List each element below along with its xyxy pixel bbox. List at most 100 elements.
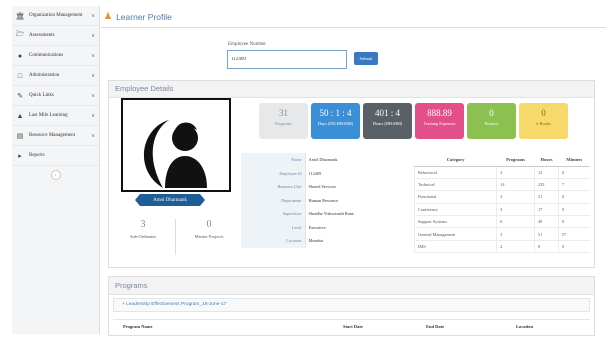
mentor-projects-count[interactable]: 0 Mentor Projects bbox=[181, 219, 237, 239]
employee-info-table: Name Amol Dharmank Employee Id 112409 Busine… bbox=[241, 153, 406, 248]
info-value: Shared Services bbox=[304, 180, 406, 194]
sidebar-item[interactable]: 🏛 Organization Management ∨ bbox=[12, 6, 99, 26]
stat-value: 0 bbox=[541, 108, 546, 118]
chevron-down-icon: ∨ bbox=[91, 33, 95, 39]
user-silhouette-icon bbox=[143, 120, 207, 188]
stat-label: Projects bbox=[484, 121, 499, 126]
mentor-projects-label: Mentor Projects bbox=[194, 234, 224, 239]
employee-details-title: Employee Details bbox=[109, 81, 594, 98]
column-program-name: Program Name bbox=[123, 324, 153, 329]
table-cell: IMS bbox=[413, 240, 497, 254]
chevron-down-icon: ∨ bbox=[91, 113, 95, 119]
employee-number-label: Employee Number bbox=[228, 42, 266, 47]
sidebar-item-label: Organization Management bbox=[29, 13, 83, 18]
category-column-header: Minutes bbox=[558, 153, 590, 167]
sidebar-item[interactable]: □ Administration ∨ bbox=[12, 66, 99, 86]
bank-icon: 🏛 bbox=[15, 11, 25, 20]
chevron-down-icon: ∨ bbox=[91, 73, 95, 79]
stat-tile[interactable]: 401 : 4 Hours (HH:MM) bbox=[363, 103, 412, 139]
info-row: Employee Id 112409 bbox=[241, 166, 406, 180]
database-icon: ▤ bbox=[16, 131, 24, 140]
stat-label: e-Books bbox=[536, 121, 551, 126]
caret-right-icon: ▸ bbox=[18, 151, 22, 160]
stat-value: 50 : 1 : 4 bbox=[319, 108, 352, 118]
category-column-header: Programs bbox=[496, 153, 535, 167]
info-key: Location bbox=[286, 238, 302, 244]
table-row: Support Systems 6 49 0 bbox=[413, 215, 590, 229]
table-cell: 0 bbox=[558, 203, 590, 217]
stat-value: 0 bbox=[489, 108, 494, 118]
table-row: Functional 3 21 0 bbox=[413, 190, 590, 204]
stat-tile[interactable]: 50 : 1 : 4 Days (DD:HH:MM) bbox=[311, 103, 360, 139]
employee-details-panel: Employee Details Amol Dharmank 3 Sub-Ord… bbox=[108, 80, 595, 268]
programs-table-header: Program Name Start Date End Date Locatio… bbox=[113, 319, 590, 331]
stat-tile[interactable]: 0 Projects bbox=[467, 103, 516, 139]
sub-ordinates-count[interactable]: 3 Sub-Ordinates bbox=[115, 219, 171, 239]
table-row: IMS 2 8 0 bbox=[413, 240, 590, 254]
sub-ordinates-value: 3 bbox=[140, 219, 146, 230]
info-row: Business Unit Shared Services bbox=[241, 180, 406, 194]
category-column-header: Hours bbox=[534, 153, 559, 167]
table-cell: Support Systems bbox=[413, 215, 497, 229]
stat-value: 31 bbox=[279, 108, 288, 118]
avatar bbox=[121, 98, 231, 192]
table-cell: Technical bbox=[413, 178, 497, 192]
info-key: Department bbox=[281, 197, 302, 203]
sidebar-item-label: Last Mile Learning bbox=[29, 113, 68, 118]
program-group-toggle[interactable]: + Leadership Effectiveness Program_16-Ju… bbox=[113, 298, 590, 312]
sidebar-item-label: Quick Links bbox=[29, 93, 54, 98]
table-cell: 8 bbox=[533, 240, 559, 254]
sidebar-item[interactable]: ▤ Resource Management ∨ bbox=[12, 126, 99, 146]
sidebar-collapse-button[interactable]: ‹ bbox=[50, 170, 61, 180]
chevron-down-icon: ∨ bbox=[91, 133, 95, 139]
table-row: General Management 3 51 57 bbox=[413, 227, 590, 241]
column-end-date: End Date bbox=[426, 324, 445, 329]
sidebar-item[interactable]: ▸ Reports bbox=[12, 146, 99, 166]
table-cell: 57 bbox=[558, 227, 590, 241]
table-cell: 3 bbox=[496, 203, 535, 217]
info-row: Location Mumbai bbox=[241, 234, 406, 248]
table-row: Behavioral 3 12 0 bbox=[413, 166, 590, 179]
stat-tile[interactable]: 31 Programs bbox=[259, 103, 308, 139]
sidebar-item[interactable]: ▲ Last Mile Learning ∨ bbox=[12, 106, 99, 126]
sidebar-item[interactable]: ✎ Quick Links ∨ bbox=[12, 86, 99, 106]
link-icon: ✎ bbox=[17, 91, 23, 100]
chevron-down-icon: ∨ bbox=[91, 13, 95, 19]
sidebar-item[interactable]: 🗁 Assessments ∨ bbox=[12, 26, 99, 46]
chevron-down-icon: ∨ bbox=[91, 93, 95, 99]
table-cell: 51 bbox=[533, 227, 559, 241]
stat-tile[interactable]: 888.89 Training Expenses bbox=[415, 103, 464, 139]
stat-value: 401 : 4 bbox=[374, 108, 400, 118]
info-value: Amol Dharmank bbox=[304, 153, 406, 167]
sidebar-item[interactable]: ● Communications ∨ bbox=[12, 46, 99, 66]
submit-button[interactable]: Submit bbox=[354, 52, 378, 65]
programs-title: Programs bbox=[109, 277, 594, 295]
info-value: Executive bbox=[304, 220, 406, 234]
sidebar-item-label: Administration bbox=[29, 73, 60, 78]
sidebar-item-label: Assessments bbox=[29, 33, 55, 38]
table-row: Technical 14 235 7 bbox=[413, 178, 590, 192]
table-cell: 3 bbox=[496, 227, 535, 241]
info-row: Supervisor Shradha Vishwanath Rane bbox=[241, 207, 406, 221]
divider bbox=[175, 219, 176, 255]
table-cell: 14 bbox=[496, 178, 535, 192]
employee-number-input[interactable] bbox=[227, 50, 347, 69]
table-cell: General Management bbox=[413, 227, 497, 241]
user-icon: ♟ bbox=[104, 11, 113, 21]
category-table: Category Programs Hours Minutes Behavioral 3… bbox=[413, 153, 590, 254]
info-key: Employee Id bbox=[279, 170, 302, 176]
chevron-down-icon: ∨ bbox=[91, 53, 95, 59]
info-key: Name bbox=[291, 157, 302, 163]
table-cell: Behavioral bbox=[413, 166, 497, 179]
stat-label: Training Expenses bbox=[423, 121, 456, 126]
table-cell: 0 bbox=[558, 190, 590, 204]
sidebar-item-label: Reports bbox=[29, 153, 45, 158]
table-cell: 49 bbox=[533, 215, 559, 229]
stat-tile[interactable]: 0 e-Books bbox=[519, 103, 568, 139]
sidebar: 🏛 Organization Management ∨ 🗁 Assessments ∨ ● C… bbox=[12, 6, 100, 334]
info-value: 112409 bbox=[304, 166, 406, 180]
info-key: Supervisor bbox=[282, 211, 302, 217]
program-group-title: Leadership Effectiveness Program_16-June… bbox=[126, 302, 227, 307]
programs-panel: Programs + Leadership Effectiveness Prog… bbox=[108, 276, 595, 336]
monitor-icon: □ bbox=[17, 71, 23, 80]
